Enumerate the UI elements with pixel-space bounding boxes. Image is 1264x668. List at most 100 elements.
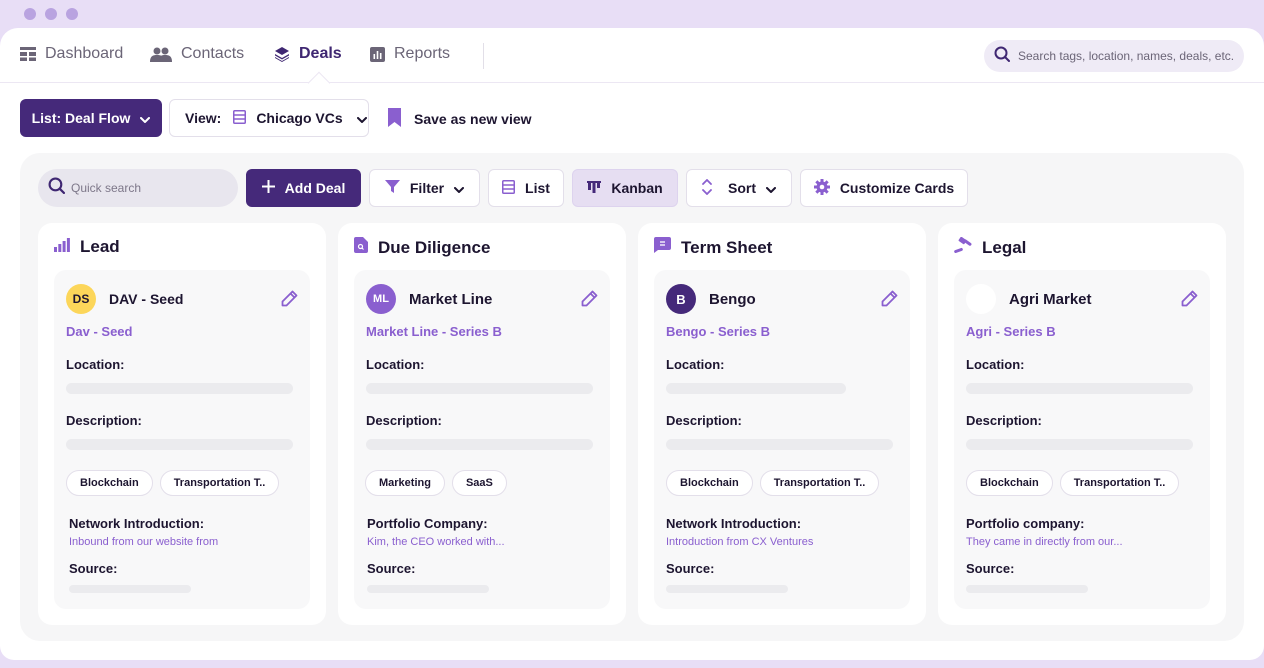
kanban-view-toggle[interactable]: Kanban [572, 169, 678, 207]
intro-label: Portfolio company: [966, 516, 1085, 531]
layers-icon [274, 46, 290, 62]
add-deal-label: Add Deal [284, 180, 346, 196]
source-label: Source: [69, 561, 118, 576]
location-label: Location: [366, 357, 425, 372]
description-label: Description: [366, 413, 442, 428]
source-label: Source: [367, 561, 416, 576]
bar-chart-icon [54, 237, 70, 257]
avatar [966, 284, 996, 314]
save-view-button[interactable]: Save as new view [387, 108, 532, 130]
location-label: Location: [666, 357, 725, 372]
tag[interactable]: Blockchain [666, 470, 753, 496]
nav-dashboard[interactable]: Dashboard [20, 45, 123, 63]
view-selector-button[interactable]: View: Chicago VCs [169, 99, 369, 137]
column-term-sheet: Term Sheet B Bengo Bengo - Series B Loca… [638, 223, 926, 625]
nav-divider [483, 43, 484, 69]
tag[interactable]: Blockchain [66, 470, 153, 496]
view-value: Chicago VCs [256, 110, 343, 126]
deal-subtitle[interactable]: Bengo - Series B [666, 324, 770, 339]
window-dot[interactable] [66, 8, 78, 20]
message-icon [654, 237, 671, 258]
deal-name: Bengo [709, 290, 756, 308]
column-title: Legal [982, 237, 1027, 257]
reports-icon [370, 46, 385, 62]
pencil-icon[interactable] [581, 290, 598, 312]
source-label: Source: [666, 561, 715, 576]
source-placeholder [966, 585, 1088, 593]
deal-subtitle[interactable]: Dav - Seed [66, 324, 132, 339]
tag[interactable]: Transportation T.. [159, 470, 280, 496]
deal-subtitle[interactable]: Market Line - Series B [366, 324, 502, 339]
source-label: Source: [966, 561, 1015, 576]
deal-card[interactable]: ML Market Line Market Line - Series B Lo… [354, 270, 610, 609]
tag[interactable]: Transportation T.. [1059, 470, 1180, 496]
nav-label: Deals [299, 45, 342, 62]
window-dot[interactable] [45, 8, 57, 20]
filter-icon [384, 180, 400, 196]
location-placeholder [66, 383, 293, 394]
list-selector-label: List: Deal Flow [31, 110, 131, 126]
window-dot[interactable] [24, 8, 36, 20]
column-header: Legal [954, 236, 1027, 258]
list-view-toggle[interactable]: List [488, 169, 564, 207]
intro-value: They came in directly from our... [966, 536, 1123, 548]
deal-subtitle[interactable]: Agri - Series B [966, 324, 1056, 339]
pencil-icon[interactable] [881, 290, 898, 312]
deal-card[interactable]: B Bengo Bengo - Series B Location: Descr… [654, 270, 910, 609]
tag[interactable]: Marketing [365, 470, 445, 496]
tag[interactable]: SaaS [451, 470, 507, 496]
gear-icon [813, 178, 830, 198]
add-deal-button[interactable]: Add Deal [246, 169, 361, 207]
customize-cards-button[interactable]: Customize Cards [800, 169, 968, 207]
search-icon [994, 46, 1010, 67]
nav-reports[interactable]: Reports [370, 45, 450, 63]
plus-icon [261, 180, 275, 196]
deal-card[interactable]: Agri Market Agri - Series B Location: De… [954, 270, 1210, 609]
list-icon [502, 179, 516, 197]
nav-contacts[interactable]: Contacts [150, 45, 244, 63]
intro-label: Portfolio Company: [367, 516, 488, 531]
quick-search-input[interactable] [71, 181, 221, 195]
tag-list: Marketing SaaS [365, 470, 507, 496]
tag[interactable]: Transportation T.. [759, 470, 880, 496]
gavel-icon [954, 236, 972, 258]
global-search-input[interactable] [1018, 49, 1243, 63]
description-placeholder [666, 439, 893, 450]
description-placeholder [366, 439, 593, 450]
global-search[interactable] [984, 40, 1244, 72]
list-view-icon [233, 109, 247, 127]
tag-list: Blockchain Transportation T.. [66, 470, 280, 496]
column-title: Term Sheet [681, 237, 773, 257]
quick-search[interactable] [38, 169, 238, 207]
chevron-down-icon [454, 180, 465, 196]
kanban-icon [587, 180, 602, 196]
deal-card[interactable]: DS DAV - Seed Dav - Seed Location: Descr… [54, 270, 310, 609]
description-label: Description: [66, 413, 142, 428]
kanban-board: Add Deal Filter List [20, 153, 1244, 641]
filter-button[interactable]: Filter [369, 169, 480, 207]
column-title: Due Diligence [378, 237, 491, 257]
source-placeholder [69, 585, 191, 593]
nav-label: Dashboard [45, 45, 124, 62]
tag[interactable]: Blockchain [966, 470, 1053, 496]
tag-list: Blockchain Transportation T.. [666, 470, 880, 496]
nav-label: Reports [394, 45, 451, 62]
pencil-icon[interactable] [281, 290, 298, 312]
tag-list: Blockchain Transportation T.. [966, 470, 1180, 496]
list-selector-button[interactable]: List: Deal Flow [20, 99, 162, 137]
intro-label: Network Introduction: [666, 516, 802, 531]
intro-value: Kim, the CEO worked with... [367, 536, 505, 548]
pencil-icon[interactable] [1181, 290, 1198, 312]
nav-deals[interactable]: Deals [274, 45, 342, 63]
chevron-down-icon [140, 110, 151, 126]
column-due-diligence: Due Diligence ML Market Line Market Line… [338, 223, 626, 625]
sort-button[interactable]: Sort [686, 169, 792, 207]
column-legal: Legal Agri Market Agri - Series B Locati… [938, 223, 1226, 625]
chevron-down-icon [356, 110, 367, 126]
column-title: Lead [80, 237, 120, 256]
column-lead: Lead DS DAV - Seed Dav - Seed Location: … [38, 223, 326, 625]
location-label: Location: [66, 357, 125, 372]
location-label: Location: [966, 357, 1025, 372]
description-label: Description: [666, 413, 742, 428]
avatar: B [666, 284, 696, 314]
